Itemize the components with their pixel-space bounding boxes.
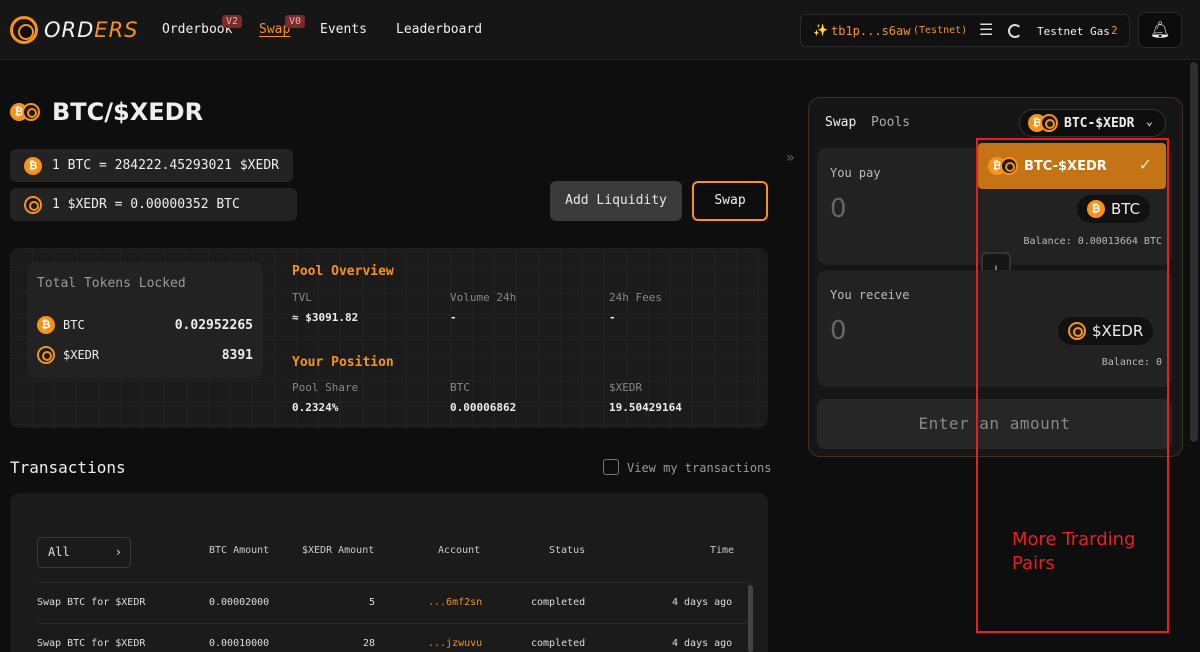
rate-btc-text: 1 BTC = 284222.45293021 $XEDR xyxy=(52,158,279,173)
view-my-transactions-checkbox[interactable] xyxy=(603,459,619,475)
tx-btc-amount: 0.00010000 xyxy=(209,638,270,649)
xedr-icon xyxy=(24,195,42,214)
pool-overview-title: Pool Overview xyxy=(292,264,394,279)
receive-amount-input[interactable]: 0 xyxy=(830,316,847,346)
testnet-gas-label: Testnet Gas xyxy=(1037,25,1110,38)
chevron-down-icon: ⌄ xyxy=(1145,114,1153,128)
you-pay-label: You pay xyxy=(830,166,881,180)
rate-btc: ₿ 1 BTC = 284222.45293021 $XEDR xyxy=(10,149,293,182)
nav-leaderboard[interactable]: Leaderboard xyxy=(396,22,482,37)
tx-status: completed xyxy=(531,597,586,608)
stat-value: - xyxy=(609,311,616,324)
top-nav-bar: ORDERS Orderbook V2 Swap V0 Events Leade… xyxy=(0,0,1200,60)
tx-btc-amount: 0.00002000 xyxy=(209,597,270,608)
wallet-address: tb1p...s6aw xyxy=(831,24,911,38)
wallet-button[interactable]: ✨ tb1p...s6aw (Testnet) ☰ Testnet Gas 2 xyxy=(800,14,1130,47)
stat-value: 19.50429164 xyxy=(609,401,682,414)
xedr-icon xyxy=(37,346,55,364)
tvl-title: Total Tokens Locked xyxy=(37,276,186,291)
column-header: $XEDR Amount xyxy=(302,545,375,556)
add-liquidity-button[interactable]: Add Liquidity xyxy=(550,181,682,221)
row-divider xyxy=(37,623,749,624)
stat-label: $XEDR xyxy=(609,381,643,394)
tx-type: Swap BTC for $XEDR xyxy=(37,597,146,608)
rate-xedr: 1 $XEDR = 0.00000352 BTC xyxy=(10,188,297,221)
tvl-token-value: 0.02952265 xyxy=(174,317,253,333)
stat-value: 0.2324% xyxy=(292,401,339,414)
tvl-token-name: BTC xyxy=(63,318,85,332)
selected-pair-label: BTC-$XEDR xyxy=(1064,115,1135,131)
tab-swap[interactable]: Swap xyxy=(825,115,856,130)
stat-label: Pool Share xyxy=(292,381,359,394)
xedr-icon xyxy=(1040,114,1058,132)
swap-button[interactable]: Swap xyxy=(692,181,768,221)
stat-value: - xyxy=(450,311,457,324)
total-tokens-locked-card: Total Tokens Locked ₿ BTC 0.02952265 $XE… xyxy=(27,262,263,378)
tvl-token-value: 8391 xyxy=(221,347,253,363)
btc-icon: ₿ xyxy=(24,156,42,175)
tx-xedr-amount: 5 xyxy=(369,597,376,608)
wallet-network: (Testnet) xyxy=(913,25,968,36)
nav-swap-badge: V0 xyxy=(285,15,306,28)
logo-text: ORDERS xyxy=(44,18,139,42)
nav-orderbook-badge: V2 xyxy=(222,15,243,28)
btc-icon: ₿ xyxy=(37,316,55,334)
stat-value: ≈ $3091.82 xyxy=(292,311,359,324)
transactions-table: All › BTC Amount $XEDR Amount Account St… xyxy=(10,493,768,652)
tx-xedr-amount: 28 xyxy=(363,638,376,649)
tvl-token-name: $XEDR xyxy=(63,348,100,362)
tab-pools[interactable]: Pools xyxy=(871,115,910,130)
column-header: Account xyxy=(438,545,481,556)
pair-icons: ₿ xyxy=(1028,114,1058,132)
logo-icon xyxy=(10,16,38,44)
you-receive-label: You receive xyxy=(830,288,910,302)
stat-label: Volume 24h xyxy=(450,291,517,304)
tx-time: 4 days ago xyxy=(672,638,733,649)
pair-select[interactable]: ₿ BTC-$XEDR ⌄ xyxy=(1019,109,1166,137)
column-header: Status xyxy=(549,545,586,556)
annotation-text: More Trarding Pairs xyxy=(1012,529,1136,574)
row-divider xyxy=(37,582,749,583)
menu-icon[interactable]: ☰ xyxy=(979,20,993,39)
filter-value: All xyxy=(48,545,70,559)
pair-header: ₿ BTC/$XEDR xyxy=(10,98,203,126)
loading-spinner-icon xyxy=(1008,24,1022,38)
rate-xedr-text: 1 $XEDR = 0.00000352 BTC xyxy=(52,197,240,212)
view-my-transactions-label[interactable]: View my transactions xyxy=(627,461,772,475)
pair-icons: ₿ xyxy=(10,103,40,121)
tx-status: completed xyxy=(531,638,586,649)
pool-panel: Total Tokens Locked ₿ BTC 0.02952265 $XE… xyxy=(10,248,768,428)
tvl-row-xedr: $XEDR 8391 xyxy=(37,346,253,364)
page-title: BTC/$XEDR xyxy=(52,98,204,126)
xedr-icon xyxy=(22,103,40,121)
pay-amount-input[interactable]: 0 xyxy=(830,194,847,224)
column-header: BTC Amount xyxy=(209,545,270,556)
tx-account-link[interactable]: ...6mf2sn xyxy=(428,597,482,608)
stat-label: 24h Fees xyxy=(609,291,662,304)
stat-value: 0.00006862 xyxy=(450,401,517,414)
stat-label: BTC xyxy=(450,381,470,394)
table-scrollbar[interactable] xyxy=(748,585,753,652)
transactions-title: Transactions xyxy=(10,458,126,477)
tx-time: 4 days ago xyxy=(672,597,733,608)
wallet-icon: ✨ xyxy=(813,23,828,37)
chevron-right-icon: › xyxy=(114,545,122,559)
nav-events[interactable]: Events xyxy=(320,22,367,37)
transaction-filter-select[interactable]: All › xyxy=(37,537,131,568)
testnet-gas-count: 2 xyxy=(1111,24,1118,37)
tx-account-link[interactable]: ...jzwuvu xyxy=(428,638,482,649)
tx-type: Swap BTC for $XEDR xyxy=(37,638,146,649)
column-header: Time xyxy=(710,545,735,556)
your-position-title: Your Position xyxy=(292,355,394,370)
stat-label: TVL xyxy=(292,291,312,304)
collapse-panel-icon[interactable]: » xyxy=(786,150,794,166)
notification-bell-icon[interactable]: 🔔︎ xyxy=(1138,12,1182,48)
tvl-row-btc: ₿ BTC 0.02952265 xyxy=(37,316,253,334)
page-scrollbar[interactable] xyxy=(1190,62,1198,442)
logo[interactable]: ORDERS xyxy=(10,16,139,44)
